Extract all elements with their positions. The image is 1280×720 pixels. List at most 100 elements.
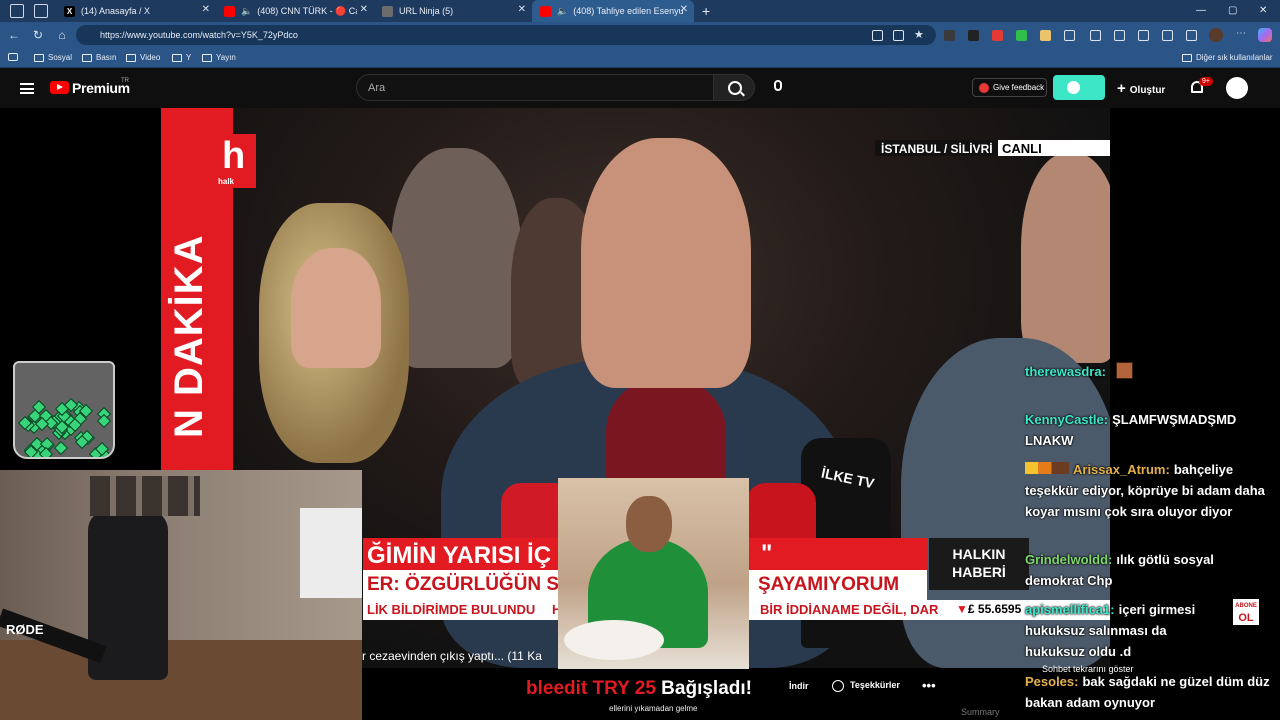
video-player[interactable]: İLKE TV N DAKİKA h halk İSTANBUL / SİLİV… — [0, 108, 1280, 720]
summary-label: Summary — [961, 707, 1000, 717]
close-icon[interactable]: ✕ — [680, 4, 688, 15]
chat-message: KennyCastle: ŞLAMFWŞMADŞMD LNAKW — [1025, 409, 1273, 451]
abone-ol-logo: ABONE OL — [1233, 599, 1259, 625]
mute-icon[interactable]: 🔈 — [557, 6, 568, 17]
tab-label: (408) Tahliye edilen Esenyurt — [573, 6, 684, 16]
bystander-right — [1021, 153, 1110, 363]
bookmark-folder-y[interactable]: Y — [172, 53, 191, 62]
translate-icon[interactable] — [872, 30, 883, 41]
history-icon[interactable] — [1186, 30, 1197, 41]
extensions-puzzle-icon[interactable] — [1064, 30, 1075, 41]
profile-avatar[interactable] — [1209, 28, 1223, 42]
split-screen-icon[interactable] — [893, 30, 904, 41]
folder-icon — [82, 53, 92, 62]
url-text: https://www.youtube.com/watch?v=Y5K_72yP… — [100, 30, 298, 40]
folder-icon — [1182, 53, 1192, 62]
address-bar-row: ← ↻ ⌂ https://www.youtube.com/watch?v=Y5… — [0, 22, 1280, 48]
refresh-icon[interactable]: ↻ — [28, 28, 48, 42]
live-tag: CANLI — [998, 140, 1110, 156]
chat-username: Grindelwoldd: — [1025, 552, 1113, 567]
new-tab-button[interactable]: + — [702, 3, 710, 19]
chat-message: Grindelwoldd: ılık götlü sosyal demokrat … — [1025, 549, 1273, 591]
picture-frames — [90, 476, 200, 516]
folder-icon — [126, 53, 136, 62]
hamburger-menu-icon[interactable] — [20, 83, 34, 94]
other-bookmarks[interactable]: Diğer sık kullanılanlar — [1182, 53, 1272, 62]
bookmark-label: Sosyal — [48, 53, 73, 62]
extension-icon[interactable] — [968, 30, 979, 41]
home-icon[interactable]: ⌂ — [52, 28, 72, 42]
extension-icon[interactable] — [944, 30, 955, 41]
donation-alert: bleedit TRY 25 Bağışladı! — [526, 678, 752, 700]
url-field[interactable]: https://www.youtube.com/watch?v=Y5K_72yP… — [76, 25, 936, 45]
chat-username: apismellifica1: — [1025, 602, 1115, 617]
video-title-fragment: r cezaevinden çıkış yaptı... (11 Ka — [362, 649, 542, 663]
woman-face — [291, 248, 381, 368]
bookmark-label: Yayın — [216, 53, 236, 62]
youtube-icon — [224, 5, 235, 17]
extension-toggle[interactable] — [1053, 75, 1105, 100]
whiteboard — [300, 508, 362, 598]
search-placeholder: Ara — [368, 82, 386, 94]
voice-search-icon[interactable] — [774, 80, 782, 91]
speaker-head — [581, 138, 751, 388]
bookmarks-bar: Sosyal Basın Video Y Yayın Diğer sık kul… — [0, 48, 1280, 68]
tab-actions-icon[interactable] — [34, 4, 48, 18]
more-menu-icon[interactable]: ⋯ — [1236, 28, 1247, 39]
maximize-button[interactable]: ▢ — [1228, 5, 1237, 16]
chat-username: therewasdra: — [1025, 364, 1106, 379]
extension-icon[interactable] — [1040, 30, 1051, 41]
tab-x[interactable]: X (14) Anasayfa / X ✕ — [56, 0, 216, 22]
favorites-icon[interactable] — [1114, 30, 1125, 41]
bystander-left — [391, 148, 521, 368]
sidebar-icon[interactable] — [1090, 30, 1101, 41]
bookmarks-toggle-icon[interactable] — [8, 53, 18, 61]
workspaces-icon[interactable] — [10, 4, 24, 18]
tab-bar: X (14) Anasayfa / X ✕ 🔈 (408) CNN TÜRK -… — [0, 0, 1280, 22]
close-window-button[interactable]: ✕ — [1259, 5, 1267, 16]
close-icon[interactable]: ✕ — [202, 4, 210, 15]
tab-active-esenyurt[interactable]: 🔈 (408) Tahliye edilen Esenyurt ✕ — [532, 0, 694, 22]
rode-microphone-label: RØDE — [6, 622, 44, 637]
close-icon[interactable]: ✕ — [518, 4, 526, 15]
minimize-button[interactable]: — — [1196, 5, 1206, 16]
folder-icon — [172, 53, 182, 62]
account-avatar[interactable] — [1226, 77, 1248, 99]
extension-icon[interactable] — [1016, 30, 1027, 41]
close-icon[interactable]: ✕ — [360, 4, 368, 15]
donation-amount: TRY 25 — [592, 678, 656, 699]
bookmark-folder-video[interactable]: Video — [126, 53, 160, 62]
more-actions-button[interactable]: ••• — [922, 678, 936, 693]
tab-url-ninja[interactable]: URL Ninja (5) ✕ — [374, 0, 532, 22]
bookmark-folder-basin[interactable]: Basın — [82, 53, 116, 62]
tab-cnn-turk[interactable]: 🔈 (408) CNN TÜRK - 🔴 Canlı Y ✕ — [216, 0, 374, 22]
download-button[interactable]: İndir — [789, 681, 809, 691]
logo-top-text: ABONE — [1235, 603, 1257, 609]
man-head — [626, 496, 672, 552]
search-button[interactable] — [713, 74, 755, 101]
headline-bottom-end: ŞAYAMIYORUM — [758, 574, 900, 595]
thanks-button[interactable]: Teşekkürler — [832, 680, 900, 690]
give-feedback-button[interactable]: Give feedback — [972, 78, 1047, 97]
mute-icon[interactable]: 🔈 — [241, 6, 252, 17]
back-icon[interactable]: ← — [4, 28, 24, 42]
chat-username: Arissax_Atrum: — [1073, 462, 1170, 477]
bookmark-folder-yayin[interactable]: Yayın — [202, 53, 236, 62]
copilot-icon[interactable] — [1258, 28, 1272, 42]
favorite-star-icon[interactable]: ★ — [914, 28, 925, 41]
extension-icon[interactable] — [992, 30, 1003, 41]
youtube-logo-icon[interactable] — [50, 81, 69, 94]
bookmark-folder-sosyal[interactable]: Sosyal — [34, 53, 72, 62]
collections-icon[interactable] — [1138, 30, 1149, 41]
bookmark-label: Y — [186, 53, 192, 62]
chat-badges — [1025, 462, 1069, 474]
ticker-left: LİK BİLDİRİMDE BULUNDU — [367, 602, 536, 617]
folder-icon — [34, 53, 44, 62]
jar-gem — [53, 440, 68, 455]
thanks-label: Teşekkürler — [850, 680, 900, 690]
tab-label: (14) Anasayfa / X — [81, 6, 151, 16]
halk-logo-word: halk — [218, 177, 235, 186]
search-input[interactable]: Ara — [356, 74, 714, 101]
performance-icon[interactable] — [1162, 30, 1173, 41]
create-button[interactable]: + Oluştur — [1117, 80, 1165, 97]
